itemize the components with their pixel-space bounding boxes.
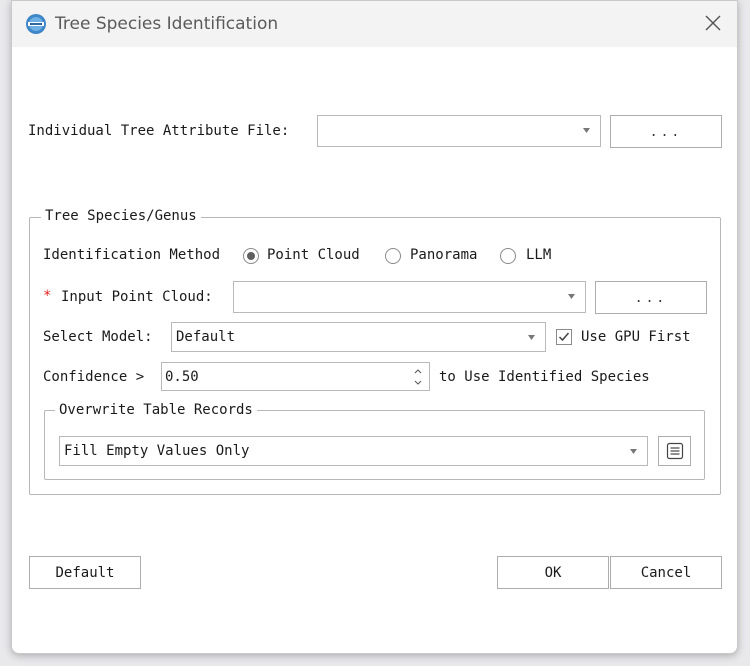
default-button[interactable]: Default (29, 556, 141, 589)
radio-llm[interactable] (500, 248, 516, 264)
gpu-label[interactable]: Use GPU First (581, 329, 691, 345)
list-icon (666, 442, 683, 460)
model-value: Default (176, 329, 236, 345)
window-title: Tree Species Identification (55, 14, 279, 34)
attribute-file-label: Individual Tree Attribute File: (28, 123, 290, 139)
radio-panorama-label[interactable]: Panorama (410, 247, 477, 263)
confidence-suffix: to Use Identified Species (439, 369, 650, 385)
cancel-button[interactable]: Cancel (610, 556, 722, 589)
ok-button[interactable]: OK (497, 556, 609, 589)
overwrite-value: Fill Empty Values Only (64, 443, 250, 459)
chevron-down-icon (528, 335, 535, 340)
radio-point-cloud-label[interactable]: Point Cloud (267, 247, 360, 263)
confidence-label: Confidence > (43, 369, 145, 385)
model-label: Select Model: (43, 329, 153, 345)
chevron-down-icon (568, 294, 575, 299)
point-cloud-label: Input Point Cloud: (61, 289, 213, 305)
app-logo-icon (26, 14, 46, 34)
method-label: Identification Method (43, 247, 221, 263)
model-combo[interactable]: Default (171, 322, 546, 352)
close-icon[interactable] (701, 11, 725, 35)
radio-panorama[interactable] (385, 248, 401, 264)
overwrite-group-title: Overwrite Table Records (55, 402, 257, 418)
chevron-down-icon (583, 128, 590, 133)
title-bar: Tree Species Identification (12, 1, 737, 47)
confidence-spinbox[interactable]: 0.50 (161, 362, 430, 391)
checkmark-icon (558, 332, 570, 342)
radio-point-cloud[interactable] (243, 248, 259, 264)
point-cloud-browse-button[interactable]: ... (595, 281, 707, 314)
attribute-file-browse-button[interactable]: ... (610, 115, 722, 148)
chevron-down-icon (630, 449, 637, 454)
radio-llm-label[interactable]: LLM (526, 247, 551, 263)
gpu-checkbox[interactable] (556, 329, 572, 345)
spin-arrows-icon[interactable] (414, 366, 422, 388)
attribute-file-combo[interactable] (317, 115, 601, 147)
required-marker: * (43, 288, 52, 304)
confidence-value[interactable]: 0.50 (165, 369, 199, 385)
overwrite-options-button[interactable] (658, 436, 691, 466)
species-group-title: Tree Species/Genus (41, 208, 201, 224)
overwrite-combo[interactable]: Fill Empty Values Only (59, 436, 648, 466)
dialog-window: Tree Species Identification Individual T… (11, 0, 738, 654)
point-cloud-combo[interactable] (233, 281, 586, 313)
